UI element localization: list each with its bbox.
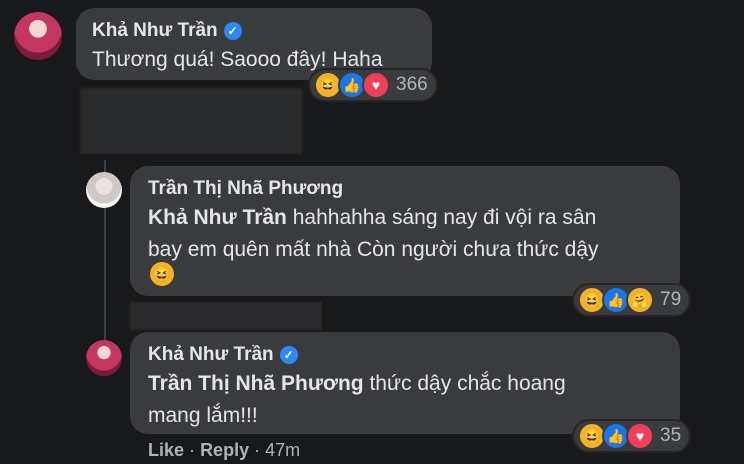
- comment-bubble: Khả Như Trần ✓ Trần Thị Nhã Phương thức d…: [130, 332, 680, 434]
- comment-author[interactable]: Khả Như Trần ✓: [92, 20, 242, 42]
- avatar-kha-nhu-tran[interactable]: [14, 12, 62, 60]
- timestamp[interactable]: 47m: [265, 440, 300, 460]
- reaction-count: 366: [396, 74, 428, 95]
- comment-bubble: Trần Thị Nhã Phương Khả Như Trần hahhahh…: [130, 166, 680, 296]
- comment-text-part: bay em quên mất nhà Còn người chưa thức …: [148, 238, 599, 261]
- blurred-region: [130, 302, 322, 330]
- reaction-summary[interactable]: 😆 👍 ♥ 35: [574, 421, 690, 451]
- blurred-region: [80, 88, 302, 154]
- author-name[interactable]: Khả Như Trần: [148, 344, 274, 365]
- comment-author[interactable]: Trần Thị Nhã Phương: [148, 178, 343, 200]
- avatar-kha-nhu-tran[interactable]: [86, 340, 122, 376]
- reaction-count: 35: [660, 425, 682, 446]
- comment-text: Khả Như Trần hahhahha sáng nay đi vội ra…: [148, 202, 668, 266]
- reaction-summary[interactable]: 😆 👍 🤗 79: [574, 285, 690, 315]
- love-icon: ♥: [626, 422, 654, 450]
- like-action[interactable]: Like: [148, 440, 184, 460]
- author-name[interactable]: Khả Như Trần: [92, 20, 218, 41]
- comment-text-part: hahhahha sáng nay đi vội ra sân: [286, 206, 597, 229]
- separator: ·: [189, 440, 196, 460]
- comment-text-part: mang lắm!!!: [148, 404, 258, 427]
- care-icon: 🤗: [626, 286, 654, 314]
- comment-actions: Like · Reply · 47m: [148, 440, 300, 461]
- reaction-count: 79: [660, 289, 682, 310]
- verified-badge-icon: ✓: [279, 346, 298, 364]
- verified-badge-icon: ✓: [223, 22, 242, 40]
- comment-author[interactable]: Khả Như Trần ✓: [148, 344, 298, 366]
- reaction-summary[interactable]: 😆 👍 ♥ 366: [310, 70, 436, 100]
- mention-link[interactable]: Khả Như Trần: [148, 206, 287, 229]
- author-name[interactable]: Trần Thị Nhã Phương: [148, 178, 343, 199]
- laughing-emoji-icon: 😆: [150, 262, 174, 286]
- reply-action[interactable]: Reply: [200, 440, 249, 460]
- mention-link[interactable]: Trần Thị Nhã Phương: [148, 372, 364, 395]
- comment-text-part: thức dậy chắc hoang: [363, 372, 566, 395]
- avatar-tran-thi-nha-phuong[interactable]: [86, 172, 122, 208]
- love-icon: ♥: [362, 71, 390, 99]
- separator: ·: [254, 440, 261, 460]
